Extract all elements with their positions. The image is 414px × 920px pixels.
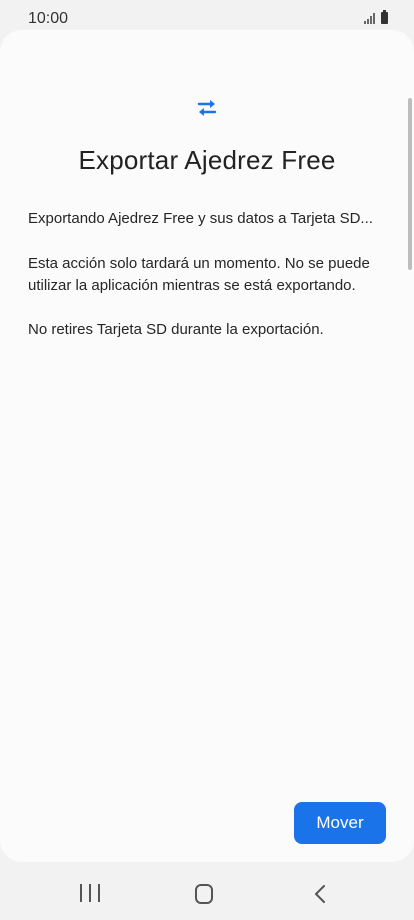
export-warning-text: No retires Tarjeta SD durante la exporta…	[28, 321, 324, 338]
export-dialog: Exportar Ajedrez Free Exportando Ajedrez…	[0, 30, 414, 862]
export-status-text: Exportando Ajedrez Free y sus datos a Ta…	[28, 210, 373, 227]
status-icons	[364, 10, 388, 24]
signal-icon	[364, 12, 375, 24]
export-info-text: Esta acción solo tardará un momento. No …	[28, 255, 370, 294]
home-icon[interactable]	[195, 884, 213, 904]
navigation-bar	[0, 862, 414, 920]
move-button[interactable]: Mover	[294, 802, 386, 844]
status-time: 10:00	[28, 10, 69, 27]
status-bar: 10:00	[0, 0, 414, 34]
recents-icon[interactable]	[80, 884, 100, 902]
scroll-indicator[interactable]	[408, 98, 412, 270]
dialog-title: Exportar Ajedrez Free	[78, 145, 336, 175]
battery-icon	[381, 10, 388, 24]
back-icon[interactable]	[314, 884, 326, 904]
transfer-arrows-icon	[197, 100, 217, 116]
